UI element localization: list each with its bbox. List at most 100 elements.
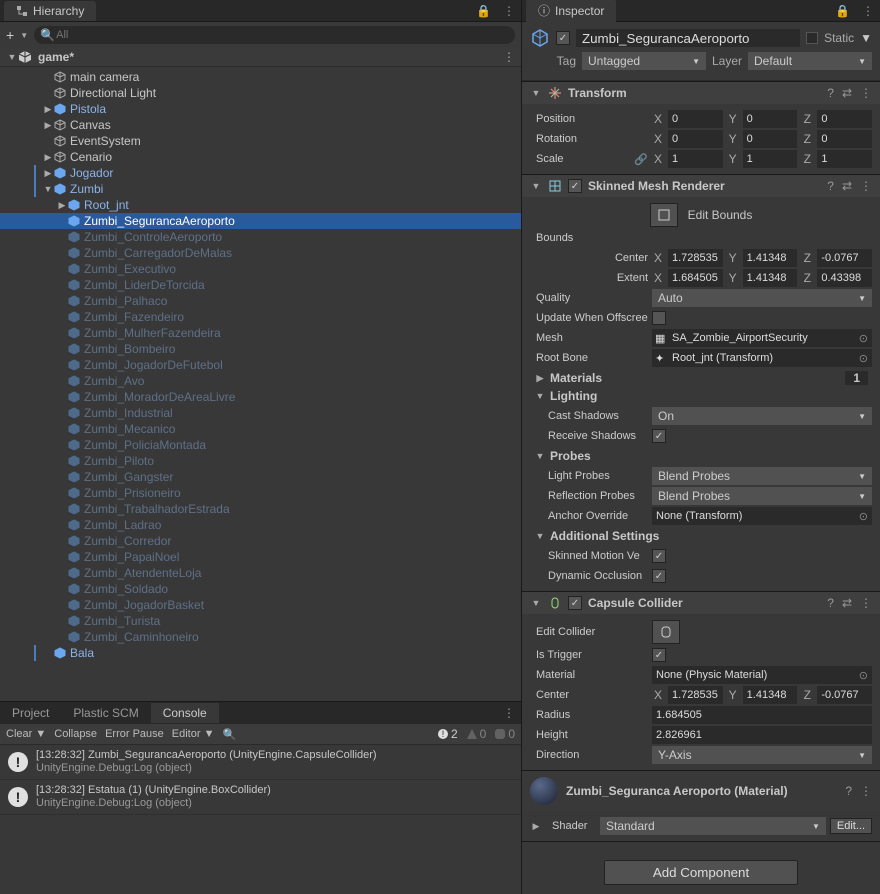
receive-shadows-checkbox[interactable] [652, 429, 666, 443]
capsule-enable-checkbox[interactable] [568, 596, 582, 610]
gameobject-active-checkbox[interactable] [556, 31, 570, 45]
radius-input[interactable] [652, 706, 872, 724]
hierarchy-item[interactable]: Zumbi_Avo [0, 373, 521, 389]
add-component-button[interactable]: Add Component [604, 860, 798, 885]
bounds-center-x[interactable] [668, 249, 723, 267]
expand-arrow[interactable]: ▶ [42, 120, 54, 131]
position-x[interactable] [668, 110, 723, 128]
hierarchy-item[interactable]: Zumbi_Turista [0, 613, 521, 629]
hierarchy-item[interactable]: Zumbi_Piloto [0, 453, 521, 469]
hierarchy-item[interactable]: Zumbi_MoradorDeAreaLivre [0, 389, 521, 405]
console-collapse[interactable]: Collapse [54, 728, 97, 740]
transform-header[interactable]: ▼ Transform ?⇄⋮ [522, 82, 880, 104]
capsule-center-y[interactable] [743, 686, 798, 704]
mesh-field[interactable]: ▦SA_Zombie_AirportSecurity⊙ [652, 329, 872, 347]
direction-dropdown[interactable]: Y-Axis▼ [652, 746, 872, 764]
rotation-x[interactable] [668, 130, 723, 148]
component-menu-icon[interactable]: ⋮ [860, 784, 872, 798]
preset-icon[interactable]: ⇄ [842, 596, 852, 610]
is-trigger-checkbox[interactable] [652, 648, 666, 662]
hierarchy-item[interactable]: Zumbi_JogadorBasket [0, 597, 521, 613]
hierarchy-item[interactable]: Zumbi_MulherFazendeira [0, 325, 521, 341]
gameobject-name-input[interactable] [576, 29, 800, 47]
hierarchy-item[interactable]: Directional Light [0, 85, 521, 101]
position-z[interactable] [817, 110, 872, 128]
material-header[interactable]: Zumbi_Seguranca Aeroporto (Material) ? ⋮ [522, 770, 880, 811]
update-offscreen-checkbox[interactable] [652, 311, 666, 325]
bounds-extent-y[interactable] [743, 269, 798, 287]
capsule-header[interactable]: ▼ Capsule Collider ?⇄⋮ [522, 592, 880, 614]
tag-dropdown[interactable]: Untagged▼ [582, 52, 706, 70]
hierarchy-item[interactable]: Zumbi_Prisioneiro [0, 485, 521, 501]
scene-menu[interactable]: ⋮ [503, 50, 515, 64]
preset-icon[interactable]: ⇄ [842, 86, 852, 100]
dynamic-occlusion-checkbox[interactable] [652, 569, 666, 583]
plastic-scm-tab[interactable]: Plastic SCM [61, 703, 150, 723]
hierarchy-item[interactable]: ▶Root_jnt [0, 197, 521, 213]
smr-header[interactable]: ▼ Skinned Mesh Renderer ?⇄⋮ [522, 175, 880, 197]
hierarchy-item[interactable]: ▶Cenario [0, 149, 521, 165]
error-count[interactable]: 0 [494, 727, 515, 741]
add-dropdown[interactable]: ▼ [20, 31, 28, 40]
hierarchy-item[interactable]: Zumbi_Caminhoneiro [0, 629, 521, 645]
hierarchy-item[interactable]: Zumbi_Ladrao [0, 517, 521, 533]
console-error-pause[interactable]: Error Pause [105, 728, 164, 740]
console-search-icon[interactable]: 🔍 [222, 728, 236, 741]
hierarchy-item[interactable]: Bala [0, 645, 521, 661]
hierarchy-item[interactable]: Zumbi_PoliciaMontada [0, 437, 521, 453]
console-log-row[interactable]: ![13:28:32] Estatua (1) (UnityEngine.Box… [0, 780, 521, 815]
help-icon[interactable]: ? [827, 596, 834, 610]
hierarchy-tab[interactable]: Hierarchy [4, 1, 96, 21]
collapse-arrow[interactable]: ▼ [530, 88, 542, 98]
hierarchy-item[interactable]: ▶Pistola [0, 101, 521, 117]
hierarchy-item[interactable]: EventSystem [0, 133, 521, 149]
inspector-tab[interactable]: ⓘ Inspector [526, 0, 616, 22]
hierarchy-item[interactable]: Zumbi_Gangster [0, 469, 521, 485]
layer-dropdown[interactable]: Default▼ [748, 52, 872, 70]
hierarchy-search[interactable] [34, 26, 515, 44]
static-checkbox[interactable] [806, 32, 818, 44]
rotation-z[interactable] [817, 130, 872, 148]
component-menu-icon[interactable]: ⋮ [860, 86, 872, 100]
inspector-menu-icon[interactable]: ⋮ [856, 4, 880, 18]
hierarchy-item[interactable]: Zumbi_Executivo [0, 261, 521, 277]
project-tab[interactable]: Project [0, 703, 61, 723]
hierarchy-item[interactable]: Zumbi_PapaiNoel [0, 549, 521, 565]
hierarchy-item[interactable]: ▶Jogador [0, 165, 521, 181]
help-icon[interactable]: ? [827, 179, 834, 193]
reflection-probes-dropdown[interactable]: Blend Probes▼ [652, 487, 872, 505]
hierarchy-item[interactable]: ▼Zumbi [0, 181, 521, 197]
scene-root[interactable]: ▼ game* ⋮ [0, 48, 521, 67]
hierarchy-item[interactable]: Zumbi_TrabalhadorEstrada [0, 501, 521, 517]
static-dropdown[interactable]: ▼ [860, 31, 872, 45]
object-picker-icon[interactable]: ⊙ [853, 669, 868, 682]
object-picker-icon[interactable]: ⊙ [853, 332, 868, 345]
menu-icon[interactable]: ⋮ [497, 4, 521, 18]
hierarchy-item[interactable]: main camera [0, 69, 521, 85]
anchor-override-field[interactable]: None (Transform)⊙ [652, 507, 872, 525]
height-input[interactable] [652, 726, 872, 744]
hierarchy-item[interactable]: Zumbi_ControleAeroporto [0, 229, 521, 245]
help-icon[interactable]: ? [827, 86, 834, 100]
console-clear[interactable]: Clear ▼ [6, 728, 46, 740]
expand-arrow[interactable]: ▶ [42, 152, 54, 163]
root-bone-field[interactable]: ✦Root_jnt (Transform)⊙ [652, 349, 872, 367]
edit-bounds-button[interactable] [650, 203, 678, 227]
capsule-center-x[interactable] [668, 686, 723, 704]
object-picker-icon[interactable]: ⊙ [853, 510, 868, 523]
expand-arrow[interactable]: ▼ [6, 52, 18, 62]
hierarchy-item[interactable]: Zumbi_Industrial [0, 405, 521, 421]
hierarchy-item[interactable]: Zumbi_Palhaco [0, 293, 521, 309]
shader-dropdown[interactable]: Standard▼ [600, 817, 826, 835]
help-icon[interactable]: ? [845, 784, 852, 798]
hierarchy-item[interactable]: Zumbi_Corredor [0, 533, 521, 549]
console-tab[interactable]: Console [151, 703, 219, 723]
capsule-center-z[interactable] [817, 686, 872, 704]
cast-shadows-dropdown[interactable]: On▼ [652, 407, 872, 425]
hierarchy-item[interactable]: Zumbi_Mecanico [0, 421, 521, 437]
scale-z[interactable] [817, 150, 872, 168]
light-probes-dropdown[interactable]: Blend Probes▼ [652, 467, 872, 485]
bottom-menu-icon[interactable]: ⋮ [497, 706, 521, 720]
rotation-y[interactable] [743, 130, 798, 148]
expand-arrow[interactable]: ▶ [42, 168, 54, 179]
